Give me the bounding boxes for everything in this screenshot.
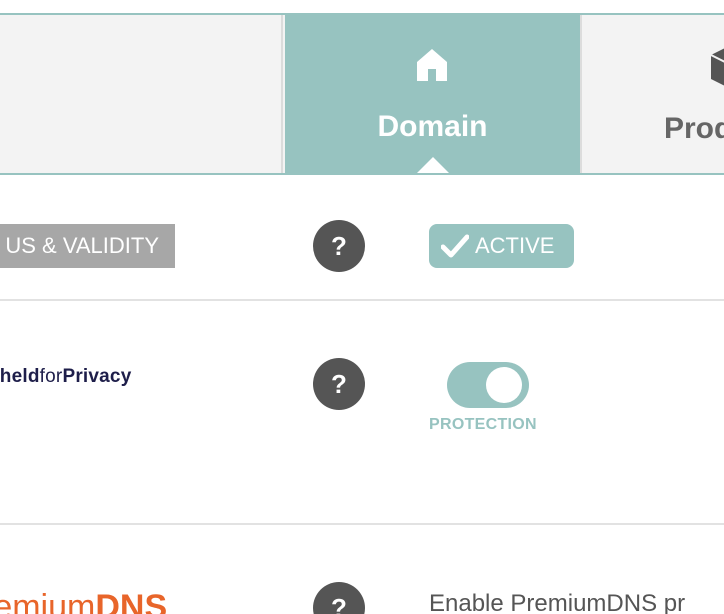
active-status-badge: ACTIVE [429,224,574,268]
row-divider [0,299,724,301]
domain-details-page: Domain Prod US & VALIDITY ? ACTIVE hheld… [0,0,724,614]
protection-toggle-label: PROTECTION [429,416,537,433]
status-help-button[interactable]: ? [313,220,365,272]
privacy-protection-toggle[interactable] [447,362,529,408]
tab-products-label: Prod [664,112,724,145]
privacy-help-button[interactable]: ? [313,358,365,410]
active-tab-pointer [417,157,449,173]
tab-previous[interactable] [0,15,283,173]
home-icon [417,49,447,81]
withheld-for-privacy-logo: hheldforPrivacy [0,366,132,387]
premium-dns-logo: remiumDNS [0,588,168,614]
tab-strip: Domain Prod [0,13,724,175]
premium-dns-help-button[interactable]: ? [313,582,365,614]
active-status-text: ACTIVE [475,233,555,258]
tab-domain[interactable]: Domain [285,13,580,175]
tab-domain-label: Domain [377,110,488,143]
check-icon [441,234,469,258]
status-validity-label: US & VALIDITY [0,224,175,268]
premium-dns-description: Enable PremiumDNS pr [429,590,686,614]
toggle-knob [486,367,522,403]
box-icon [710,48,724,86]
row-divider [0,523,724,525]
tab-products[interactable]: Prod [580,15,724,173]
